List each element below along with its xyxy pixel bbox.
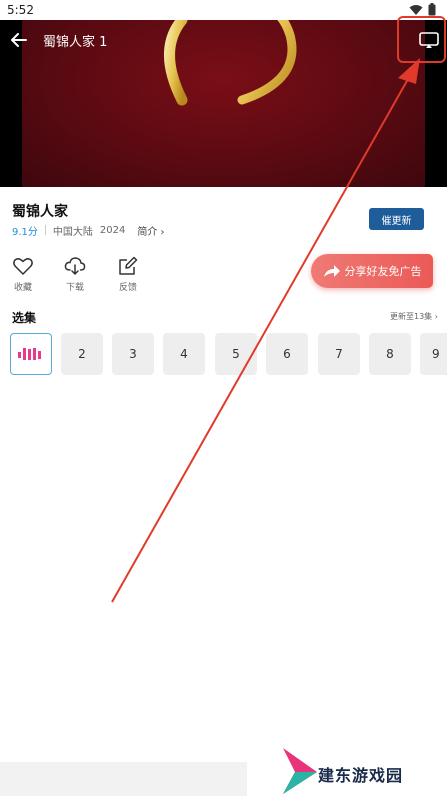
episode-6[interactable]: 6	[266, 333, 308, 375]
bottom-strip	[0, 762, 247, 796]
status-icons	[405, 3, 439, 17]
favorite-action[interactable]: 收藏	[8, 255, 38, 293]
heart-icon	[13, 258, 33, 275]
episode-8[interactable]: 8	[369, 333, 411, 375]
watermark-text: 建东游戏园	[318, 766, 404, 785]
episode-7[interactable]: 7	[318, 333, 360, 375]
status-bar: 5:52	[0, 0, 447, 20]
video-player[interactable]: 蜀锦人家 1	[0, 20, 447, 187]
episode-4[interactable]: 4	[163, 333, 205, 375]
episode-3[interactable]: 3	[112, 333, 154, 375]
meta-divider	[44, 225, 46, 235]
status-time: 5:52	[7, 3, 34, 17]
feedback-action[interactable]: 反馈	[113, 255, 143, 293]
year: 2024	[99, 224, 126, 236]
player-top-bar: 蜀锦人家 1	[0, 20, 447, 60]
share-button[interactable]: 分享好友免广告	[311, 254, 433, 288]
player-title: 蜀锦人家 1	[43, 35, 108, 50]
download-cloud-icon	[64, 257, 86, 275]
battery-icon	[428, 3, 436, 16]
download-action[interactable]: 下载	[60, 255, 90, 293]
episodes-update-link[interactable]: 更新至13集 ›	[390, 311, 438, 322]
episode-2[interactable]: 2	[61, 333, 103, 375]
feedback-label: 反馈	[118, 283, 137, 293]
favorite-label: 收藏	[13, 283, 32, 293]
request-update-button[interactable]: 催更新	[369, 208, 424, 230]
cast-annotation-box	[397, 16, 446, 63]
episodes-header: 选集	[12, 311, 37, 325]
arrow-left-icon	[11, 33, 27, 47]
share-label: 分享好友免广告	[344, 265, 422, 278]
download-label: 下载	[65, 283, 84, 293]
back-button[interactable]	[6, 28, 32, 52]
episode-current[interactable]	[10, 333, 52, 375]
show-title: 蜀锦人家	[12, 204, 68, 220]
playing-bars-icon	[18, 348, 41, 360]
share-arrow-icon	[323, 265, 340, 277]
show-meta: 9.1分 中国大陆 2024 简介 ›	[12, 222, 165, 238]
rating: 9.1分	[12, 226, 38, 238]
edit-icon	[119, 256, 138, 275]
episode-9[interactable]: 9	[420, 333, 447, 375]
episode-5[interactable]: 5	[215, 333, 257, 375]
region: 中国大陆	[52, 226, 93, 238]
intro-link[interactable]: 简介 ›	[137, 223, 164, 238]
wifi-icon	[409, 5, 423, 15]
